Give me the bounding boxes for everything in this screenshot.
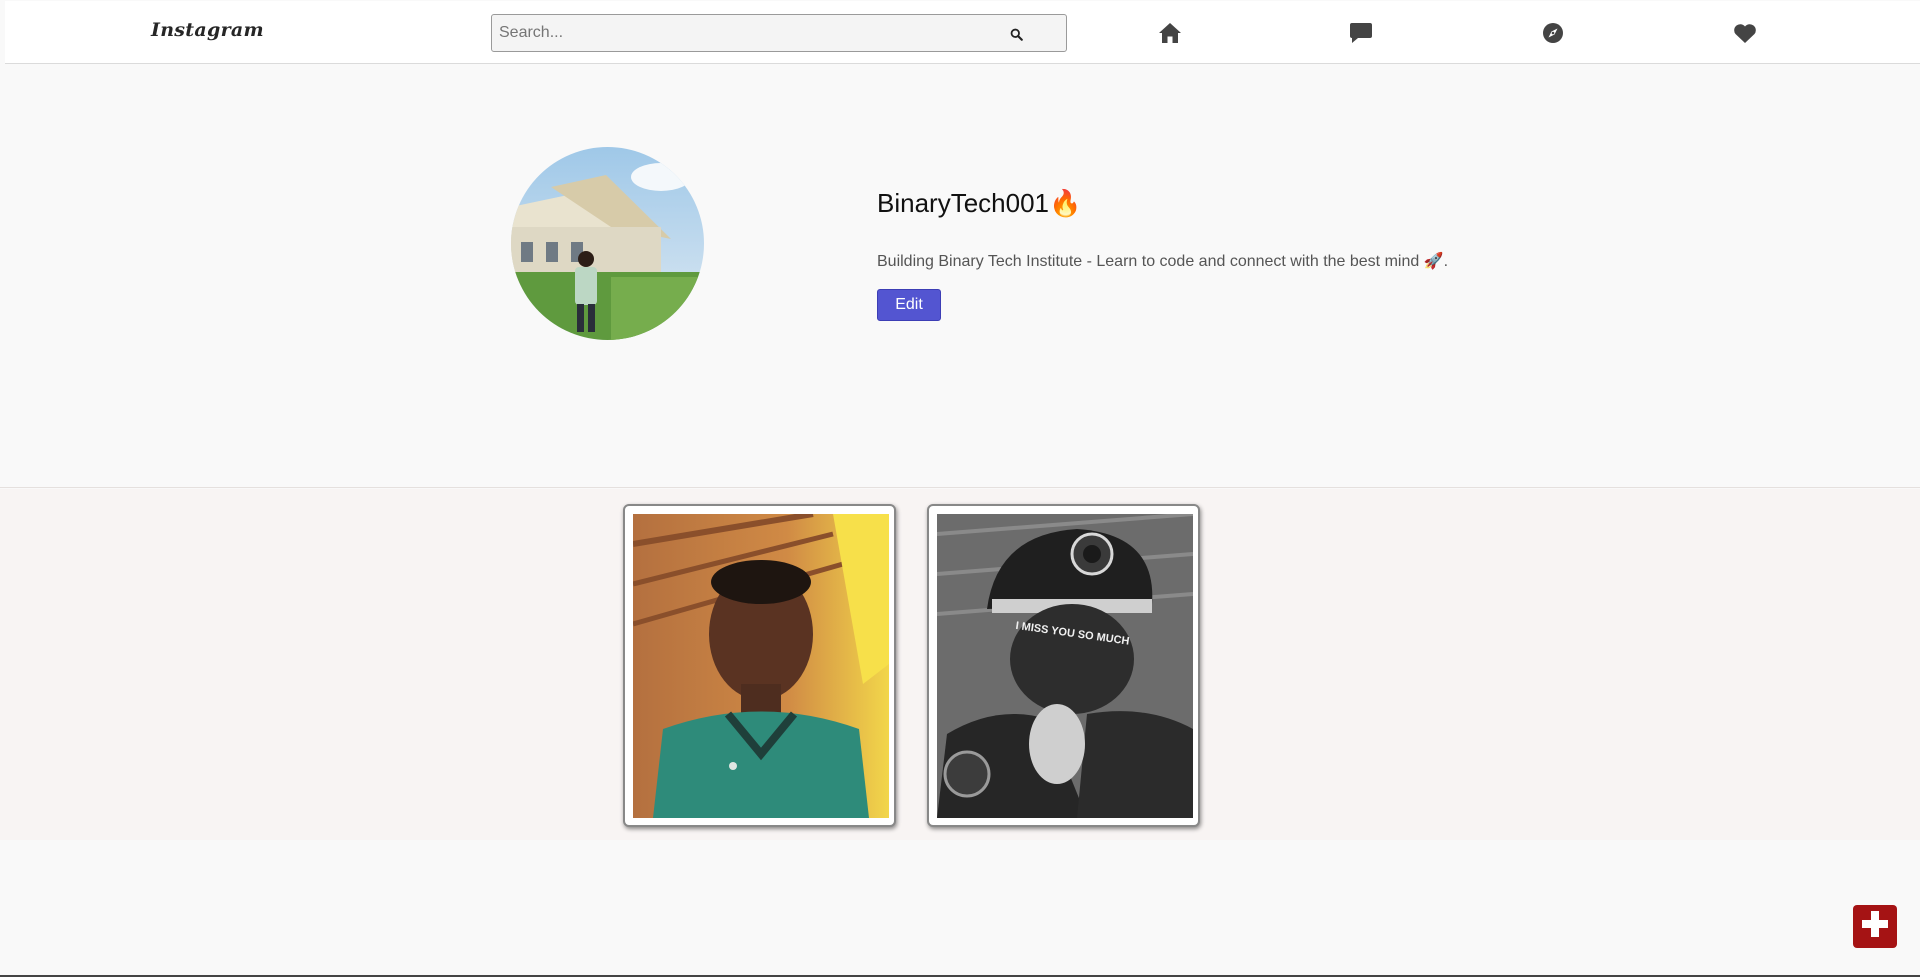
post-image-2: I MISS YOU SO MUCH bbox=[937, 514, 1193, 818]
top-navbar: Instagram bbox=[5, 1, 1920, 64]
post-card-2[interactable]: I MISS YOU SO MUCH bbox=[927, 504, 1200, 827]
message-icon[interactable] bbox=[1348, 20, 1374, 46]
profile-username: BinaryTech001🔥 bbox=[877, 188, 1082, 218]
posts-gallery: I MISS YOU SO MUCH bbox=[0, 489, 1920, 840]
profile-bio: Building Binary Tech Institute - Learn t… bbox=[877, 253, 1449, 270]
compass-icon[interactable] bbox=[1540, 20, 1566, 46]
avatar[interactable] bbox=[511, 147, 704, 340]
profile-section: BinaryTech001🔥 Building Binary Tech Inst… bbox=[0, 64, 1920, 488]
search-input[interactable] bbox=[492, 15, 1012, 51]
post-image-1 bbox=[633, 514, 889, 818]
add-post-button[interactable] bbox=[1853, 905, 1897, 948]
search-icon[interactable] bbox=[1004, 22, 1028, 46]
home-icon[interactable] bbox=[1157, 20, 1183, 46]
edit-profile-button[interactable]: Edit bbox=[877, 289, 941, 321]
heart-icon[interactable] bbox=[1732, 20, 1758, 46]
plus-icon bbox=[1860, 909, 1890, 944]
search-box bbox=[491, 14, 1067, 52]
post-card-1[interactable] bbox=[623, 504, 896, 827]
instagram-logo[interactable]: Instagram bbox=[151, 19, 264, 41]
